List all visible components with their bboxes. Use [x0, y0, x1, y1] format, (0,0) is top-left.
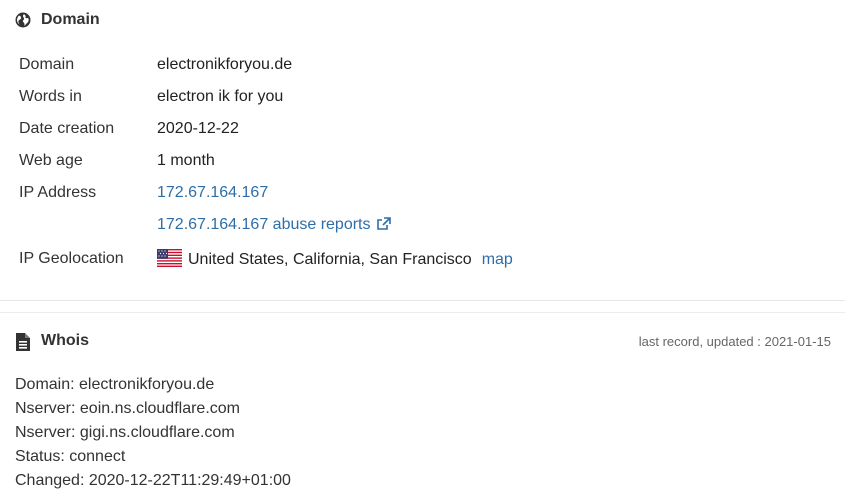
ip-geolocation-value: United States, California, San Francisco [188, 251, 472, 268]
whois-line: Domain: electronikforyou.de [15, 376, 215, 393]
domain-section-title: Domain [41, 11, 100, 28]
whois-line: Nserver: eoin.ns.cloudflare.com [15, 400, 240, 417]
ip-address-label: IP Address [19, 184, 97, 201]
abuse-reports-label: 172.67.164.167 abuse reports [157, 216, 371, 233]
domain-section-header: Domain [15, 11, 100, 29]
ip-geolocation-label: IP Geolocation [19, 250, 124, 267]
ip-address-value-wrap: 172.67.164.167 [157, 183, 268, 203]
us-flag-icon [157, 249, 182, 273]
whois-updated-text: last record, updated : 2021-01-15 [638, 334, 831, 349]
web-age-label: Web age [19, 152, 83, 169]
abuse-reports-link[interactable]: 172.67.164.167 abuse reports [157, 216, 391, 233]
whois-section-header: Whois [15, 332, 89, 351]
section-divider-secondary [0, 312, 845, 313]
words-in-label: Words in [19, 88, 82, 105]
ip-geolocation-value-wrap: United States, California, San Francisco… [157, 249, 513, 273]
domain-value: electronikforyou.de [157, 56, 293, 73]
document-icon [15, 333, 31, 351]
words-in-value: electron ik for you [157, 88, 284, 105]
section-divider [0, 300, 845, 301]
whois-line: Status: connect [15, 448, 126, 465]
abuse-reports-wrap: 172.67.164.167 abuse reports [157, 215, 391, 237]
whois-record: Domain: electronikforyou.de Nserver: eoi… [15, 373, 291, 493]
whois-line: Nserver: gigi.ns.cloudflare.com [15, 424, 235, 441]
map-link[interactable]: map [482, 251, 513, 268]
globe-icon [15, 12, 31, 28]
external-link-icon [376, 217, 391, 237]
ip-address-link[interactable]: 172.67.164.167 [157, 184, 268, 201]
whois-section-title: Whois [41, 332, 89, 349]
date-creation-value: 2020-12-22 [157, 120, 239, 137]
domain-label: Domain [19, 56, 75, 73]
web-age-value: 1 month [157, 152, 215, 169]
whois-line: Changed: 2020-12-22T11:29:49+01:00 [15, 472, 291, 489]
date-creation-label: Date creation [19, 120, 115, 137]
